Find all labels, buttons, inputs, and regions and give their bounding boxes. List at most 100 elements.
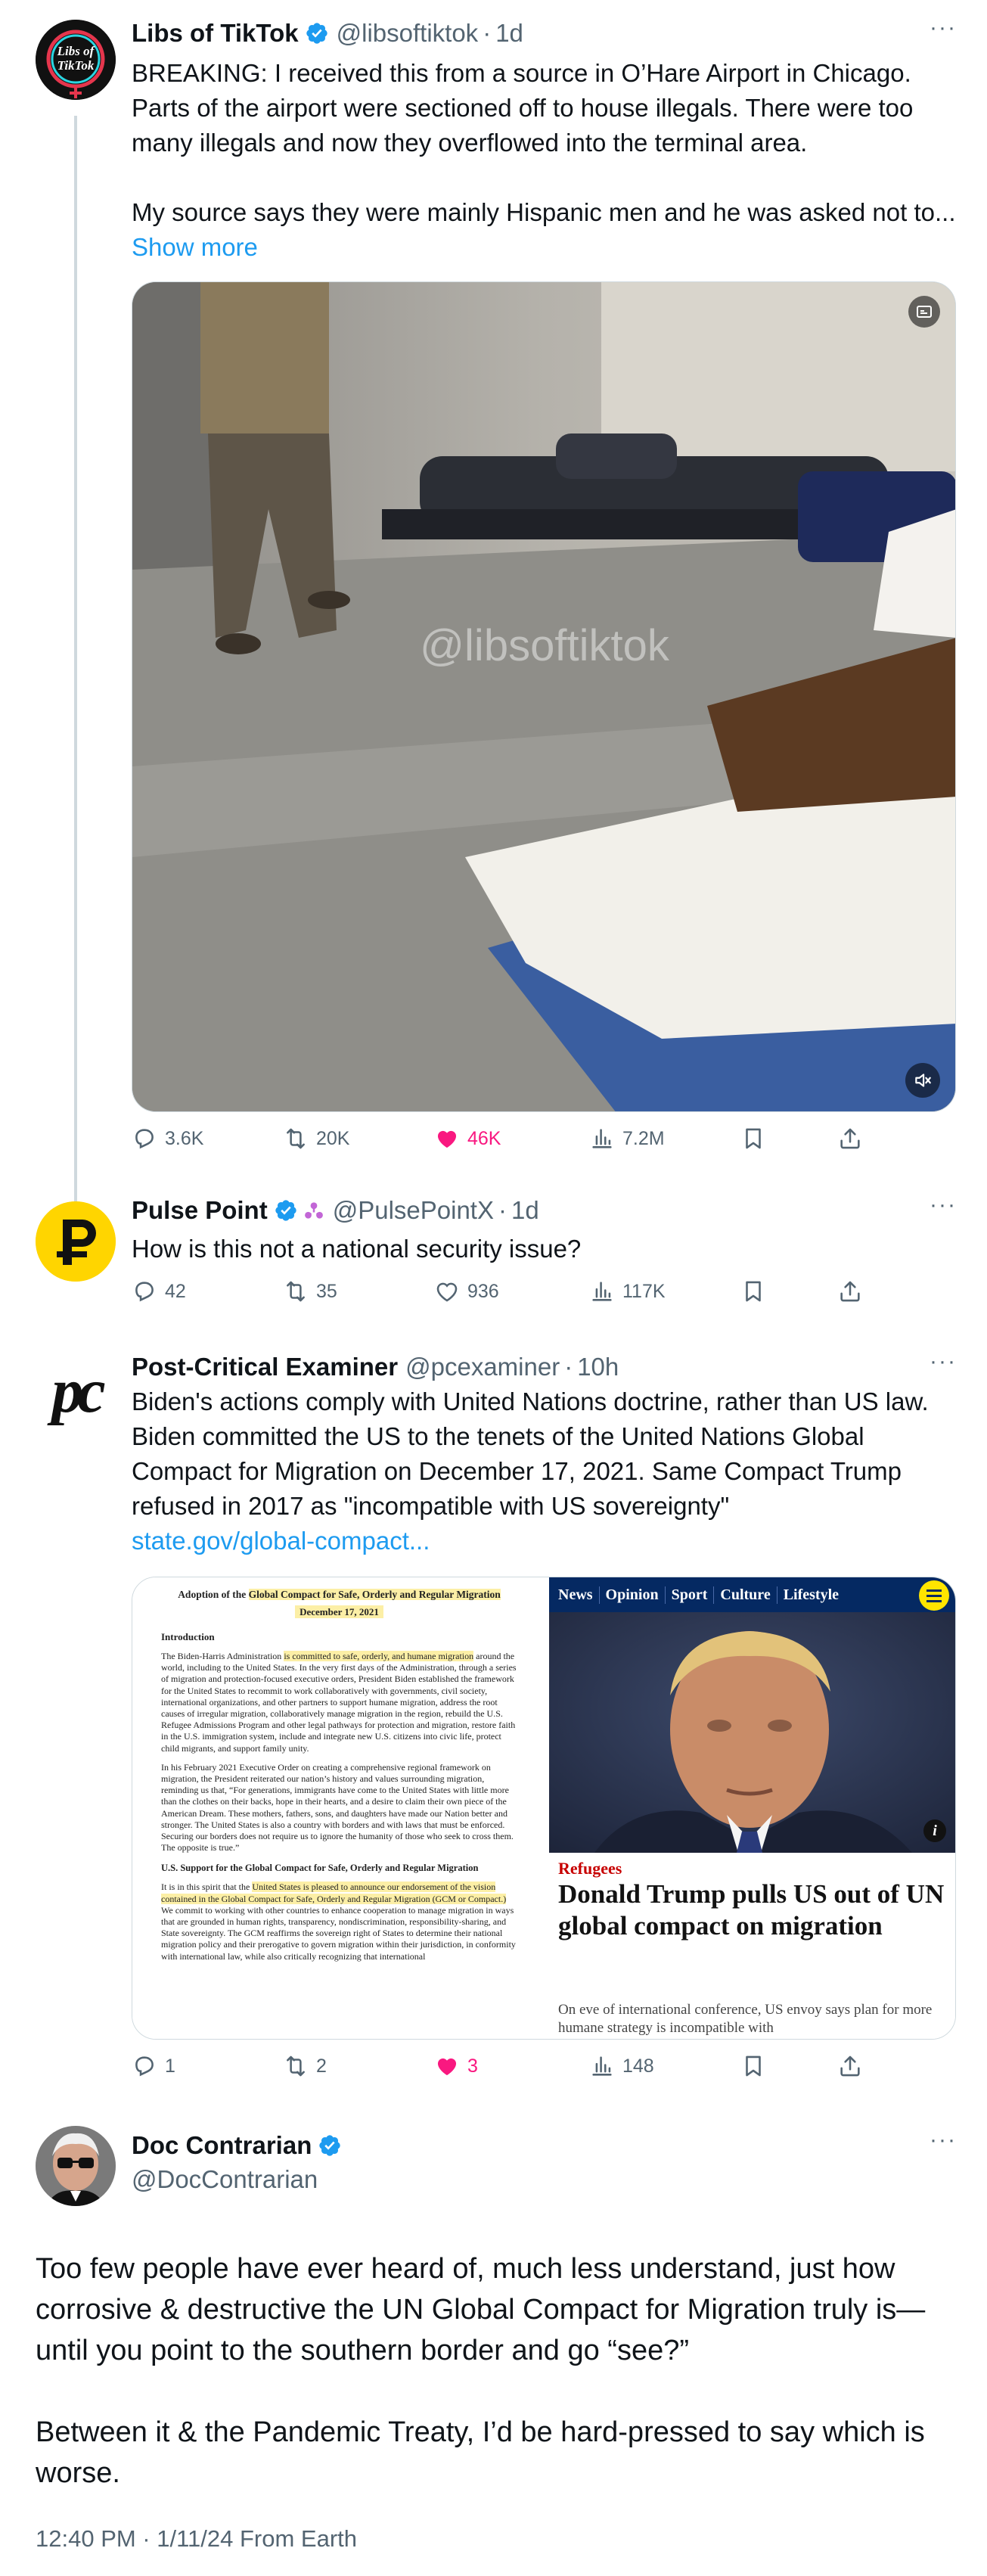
share-icon bbox=[837, 1126, 863, 1151]
like-icon bbox=[434, 1126, 460, 1151]
tweet-video[interactable]: @libsoftiktok bbox=[132, 281, 956, 1112]
repost-button[interactable]: 2 bbox=[283, 2047, 327, 2085]
more-icon[interactable]: ··· bbox=[926, 2129, 957, 2162]
timestamp[interactable]: 10h bbox=[577, 1353, 619, 1381]
author-handle[interactable]: @DocContrarian bbox=[132, 2165, 318, 2194]
mute-icon[interactable] bbox=[905, 1063, 940, 1098]
video-watermark: @libsoftiktok bbox=[420, 621, 670, 670]
tweet-images[interactable]: Adoption of the Global Compact for Safe,… bbox=[132, 1577, 956, 2040]
bookmark-button[interactable] bbox=[740, 1120, 774, 1157]
reply-count: 1 bbox=[165, 2055, 175, 2077]
article-photo: i bbox=[549, 1612, 955, 1853]
separator-dot: · bbox=[498, 1196, 507, 1224]
author-handle[interactable]: @libsoftiktok bbox=[337, 19, 479, 48]
reply-button[interactable]: 3.6K bbox=[132, 1120, 203, 1157]
avatar-text-1: Libs of bbox=[57, 44, 96, 58]
avatar-text-2: TikTok bbox=[57, 58, 95, 73]
separator-dot: · bbox=[483, 19, 492, 47]
news-article-image[interactable]: News Opinion Sport Culture Lifestyle i R… bbox=[549, 1577, 955, 2039]
repost-button[interactable]: 35 bbox=[283, 1272, 337, 1310]
p1-highlight: is committed to safe, orderly, and human… bbox=[284, 1651, 474, 1661]
view-count: 148 bbox=[622, 2055, 654, 2077]
pulsepoint-logo-icon bbox=[36, 1201, 116, 1282]
doccontrarian-photo bbox=[36, 2126, 116, 2206]
avatar-pcexaminer[interactable]: pc bbox=[36, 1350, 116, 1431]
document-paragraph-3: It is in this spirit that the United Sta… bbox=[161, 1882, 517, 1962]
tweet-link[interactable]: state.gov/global-compact... bbox=[132, 1527, 430, 1555]
tweet-header: Post-Critical Examiner @pcexaminer · 10h… bbox=[132, 1350, 957, 1384]
reply-icon bbox=[132, 1126, 157, 1151]
tweet-header: Pulse Point @PulsePointX · 1d ··· bbox=[132, 1194, 957, 1227]
author-name[interactable]: Libs of TikTok bbox=[132, 19, 299, 48]
like-button[interactable]: 936 bbox=[434, 1272, 499, 1310]
share-icon bbox=[837, 2053, 863, 2079]
reply-count: 42 bbox=[165, 1280, 186, 1302]
bookmark-button[interactable] bbox=[740, 1272, 774, 1310]
more-icon[interactable]: ··· bbox=[926, 1350, 957, 1384]
views-button[interactable]: 117K bbox=[589, 1272, 666, 1310]
share-button[interactable] bbox=[837, 1120, 871, 1157]
document-intro-heading: Introduction bbox=[161, 1631, 215, 1642]
timestamp[interactable]: 1d bbox=[511, 1196, 539, 1225]
avatar-pulsepoint[interactable] bbox=[36, 1201, 116, 1282]
author-name[interactable]: Post-Critical Examiner bbox=[132, 1353, 398, 1381]
bookmark-button[interactable] bbox=[740, 2047, 774, 2085]
nav-sport: Sport bbox=[666, 1586, 715, 1604]
like-button[interactable]: 3 bbox=[434, 2047, 478, 2085]
like-button[interactable]: 46K bbox=[434, 1120, 501, 1157]
like-icon bbox=[434, 1279, 460, 1304]
author-handle[interactable]: @PulsePointX bbox=[333, 1196, 494, 1225]
reply-button[interactable]: 42 bbox=[132, 1272, 186, 1310]
views-button[interactable]: 7.2M bbox=[589, 1120, 665, 1157]
avatar-libsoftiktok[interactable]: Libs of TikTok bbox=[36, 20, 116, 100]
repost-count: 20K bbox=[316, 1127, 350, 1149]
like-count: 46K bbox=[467, 1127, 501, 1149]
document-image[interactable]: Adoption of the Global Compact for Safe,… bbox=[132, 1577, 546, 2039]
affiliate-icon bbox=[304, 1202, 323, 1219]
main-tweet-text: Too few people have ever heard of, much … bbox=[36, 2253, 926, 2489]
captions-icon[interactable] bbox=[908, 296, 940, 328]
news-nav-bar: News Opinion Sport Culture Lifestyle bbox=[549, 1577, 955, 1612]
reply-icon bbox=[132, 2053, 157, 2079]
document-paragraph-2: In his February 2021 Executive Order on … bbox=[161, 1761, 514, 1854]
share-button[interactable] bbox=[837, 1272, 871, 1310]
reply-button[interactable]: 1 bbox=[132, 2047, 175, 2085]
views-icon bbox=[589, 1279, 615, 1304]
author-name[interactable]: Doc Contrarian bbox=[132, 2131, 312, 2160]
reply-count: 3.6K bbox=[165, 1127, 204, 1149]
author-handle[interactable]: @pcexaminer bbox=[405, 1353, 560, 1381]
repost-icon bbox=[283, 1279, 309, 1304]
repost-icon bbox=[283, 1126, 309, 1151]
bookmark-icon bbox=[740, 1126, 766, 1151]
show-more-link[interactable]: Show more bbox=[132, 233, 258, 261]
document-title: Adoption of the Global Compact for Safe,… bbox=[161, 1588, 517, 1601]
document-date: December 17, 2021 bbox=[161, 1605, 517, 1619]
avatar-doccontrarian[interactable] bbox=[36, 2126, 116, 2206]
author-name[interactable]: Pulse Point bbox=[132, 1196, 268, 1225]
thread-line bbox=[74, 116, 77, 1207]
like-count: 3 bbox=[467, 2055, 478, 2077]
document-paragraph-1: The Biden-Harris Administration is commi… bbox=[161, 1651, 517, 1754]
tweet-text: Biden's actions comply with United Natio… bbox=[132, 1384, 956, 1558]
reply-icon bbox=[132, 1279, 157, 1304]
p1-pre: The Biden-Harris Administration bbox=[161, 1651, 284, 1661]
like-count: 936 bbox=[467, 1280, 499, 1302]
tweet-text: How is this not a national security issu… bbox=[132, 1235, 582, 1263]
timestamp[interactable]: 1d bbox=[495, 19, 523, 48]
more-icon[interactable]: ··· bbox=[926, 17, 957, 50]
repost-count: 35 bbox=[316, 1280, 337, 1302]
repost-button[interactable]: 20K bbox=[283, 1120, 349, 1157]
more-icon[interactable]: ··· bbox=[926, 1194, 957, 1227]
views-button[interactable]: 148 bbox=[589, 2047, 654, 2085]
bookmark-icon bbox=[740, 1279, 766, 1304]
nav-culture: Culture bbox=[714, 1586, 777, 1604]
share-button[interactable] bbox=[837, 2047, 871, 2085]
document-date-text: December 17, 2021 bbox=[295, 1605, 383, 1618]
tweet-timestamp-meta[interactable]: 12:40 PM · 1/11/24 From Earth bbox=[36, 2525, 357, 2553]
views-icon bbox=[589, 2053, 615, 2079]
tweet-text-content: Biden's actions comply with United Natio… bbox=[132, 1387, 936, 1520]
portrait-photo bbox=[549, 1612, 955, 1853]
menu-icon bbox=[919, 1580, 949, 1611]
video-frame: @libsoftiktok bbox=[132, 282, 955, 1111]
repost-icon bbox=[283, 2053, 309, 2079]
